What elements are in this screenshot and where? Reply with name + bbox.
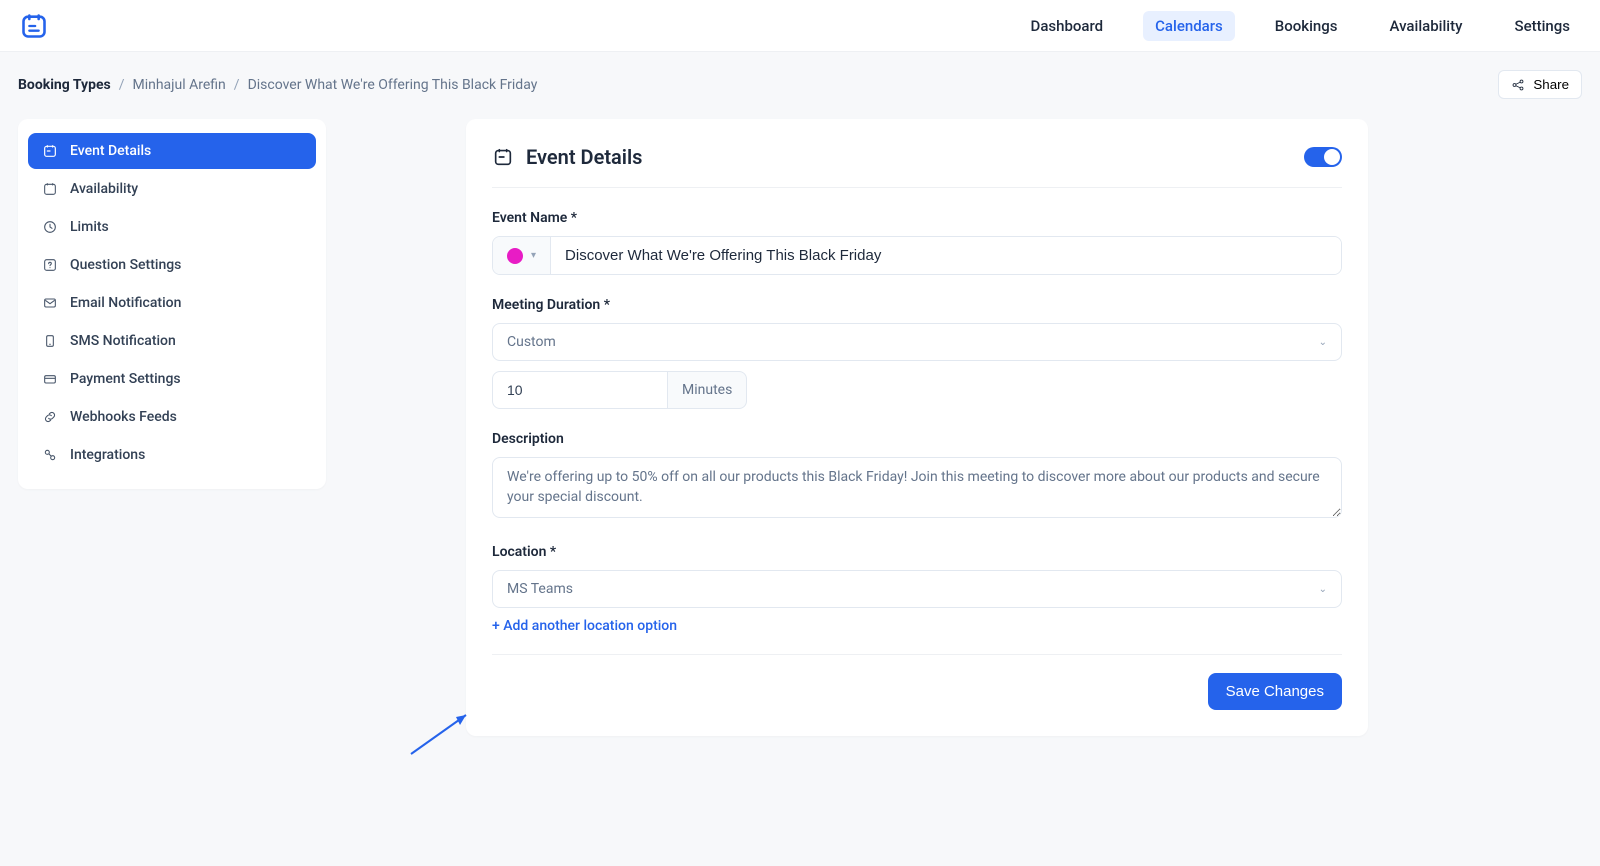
breadcrumb-bar: Booking Types / Minhajul Arefin / Discov… [18, 70, 1582, 99]
event-name-input-wrap: ▾ [492, 236, 1342, 275]
enabled-toggle[interactable] [1304, 147, 1342, 167]
event-name-label: Event Name * [492, 210, 1342, 226]
question-icon [42, 257, 58, 273]
location-select[interactable]: MS Teams ⌄ [492, 570, 1342, 608]
calendar-logo-icon [20, 12, 48, 40]
clock-icon [42, 219, 58, 235]
share-button-label: Share [1533, 77, 1569, 92]
location-group: Location * MS Teams ⌄ + Add another loca… [492, 544, 1342, 634]
meeting-duration-group: Meeting Duration * Custom ⌄ Minutes [492, 297, 1342, 409]
sidebar-item-label: Webhooks Feeds [70, 409, 177, 425]
sidebar-item-availability[interactable]: Availability [28, 171, 316, 207]
integrations-icon [42, 447, 58, 463]
app-logo[interactable] [18, 10, 50, 42]
sidebar-item-limits[interactable]: Limits [28, 209, 316, 245]
duration-preset-select[interactable]: Custom ⌄ [492, 323, 1342, 361]
event-details-card: Event Details Event Name * ▾ Meeting Dur… [466, 119, 1368, 736]
card-footer: Save Changes [492, 654, 1342, 710]
app-header: Dashboard Calendars Bookings Availabilit… [0, 0, 1600, 52]
chevron-down-icon: ⌄ [1319, 584, 1327, 595]
card-title-text: Event Details [526, 145, 642, 169]
annotation-arrow-icon [406, 709, 476, 759]
sidebar-item-event-details[interactable]: Event Details [28, 133, 316, 169]
nav-availability[interactable]: Availability [1378, 11, 1475, 41]
sidebar-item-label: Availability [70, 181, 138, 197]
mail-icon [42, 295, 58, 311]
sidebar-item-label: Question Settings [70, 257, 181, 273]
chevron-down-icon: ▾ [531, 250, 536, 261]
breadcrumb: Booking Types / Minhajul Arefin / Discov… [18, 77, 537, 93]
breadcrumb-sep: / [119, 77, 125, 93]
card-title: Event Details [492, 145, 642, 169]
card-header: Event Details [492, 145, 1342, 188]
color-swatch-dot [507, 248, 523, 264]
top-nav: Dashboard Calendars Bookings Availabilit… [1019, 11, 1582, 41]
sidebar-item-label: Payment Settings [70, 371, 181, 387]
sidebar-item-webhooks-feeds[interactable]: Webhooks Feeds [28, 399, 316, 435]
description-label: Description [492, 431, 1342, 447]
sidebar-item-label: Integrations [70, 447, 145, 463]
location-value: MS Teams [507, 581, 573, 597]
duration-preset-value: Custom [507, 334, 556, 350]
sidebar-item-label: SMS Notification [70, 333, 176, 349]
duration-value-input[interactable] [492, 371, 668, 409]
sidebar-item-question-settings[interactable]: Question Settings [28, 247, 316, 283]
calendar-check-icon [42, 181, 58, 197]
event-name-group: Event Name * ▾ [492, 210, 1342, 275]
location-label: Location * [492, 544, 1342, 560]
share-icon [1511, 78, 1525, 92]
calendar-icon [42, 143, 58, 159]
chevron-down-icon: ⌄ [1319, 337, 1327, 348]
description-textarea[interactable] [492, 457, 1342, 518]
link-icon [42, 409, 58, 425]
breadcrumb-mid[interactable]: Minhajul Arefin [132, 77, 225, 93]
calendar-icon [492, 146, 514, 168]
event-name-input[interactable] [551, 237, 1341, 274]
nav-dashboard[interactable]: Dashboard [1019, 11, 1116, 41]
sidebar-item-email-notification[interactable]: Email Notification [28, 285, 316, 321]
breadcrumb-leaf: Discover What We're Offering This Black … [248, 77, 538, 93]
description-group: Description [492, 431, 1342, 522]
duration-unit-label: Minutes [682, 382, 732, 398]
duration-custom-row: Minutes [492, 371, 756, 409]
breadcrumb-root[interactable]: Booking Types [18, 77, 111, 93]
settings-sidebar: Event Details Availability Limits Questi… [18, 119, 326, 489]
sidebar-item-label: Event Details [70, 143, 151, 159]
nav-bookings[interactable]: Bookings [1263, 11, 1350, 41]
sidebar-item-integrations[interactable]: Integrations [28, 437, 316, 473]
duration-unit-select[interactable]: Minutes [668, 371, 747, 409]
nav-settings[interactable]: Settings [1502, 11, 1582, 41]
content-layout: Event Details Availability Limits Questi… [18, 119, 1582, 736]
breadcrumb-sep: / [234, 77, 240, 93]
page-body: Booking Types / Minhajul Arefin / Discov… [0, 52, 1600, 776]
credit-card-icon [42, 371, 58, 387]
phone-icon [42, 333, 58, 349]
meeting-duration-label: Meeting Duration * [492, 297, 1342, 313]
sidebar-item-label: Email Notification [70, 295, 181, 311]
add-location-link[interactable]: + Add another location option [492, 618, 677, 634]
share-button[interactable]: Share [1498, 70, 1582, 99]
event-color-picker[interactable]: ▾ [493, 237, 551, 274]
sidebar-item-sms-notification[interactable]: SMS Notification [28, 323, 316, 359]
nav-calendars[interactable]: Calendars [1143, 11, 1235, 41]
save-changes-button[interactable]: Save Changes [1208, 673, 1342, 710]
sidebar-item-payment-settings[interactable]: Payment Settings [28, 361, 316, 397]
sidebar-item-label: Limits [70, 219, 109, 235]
